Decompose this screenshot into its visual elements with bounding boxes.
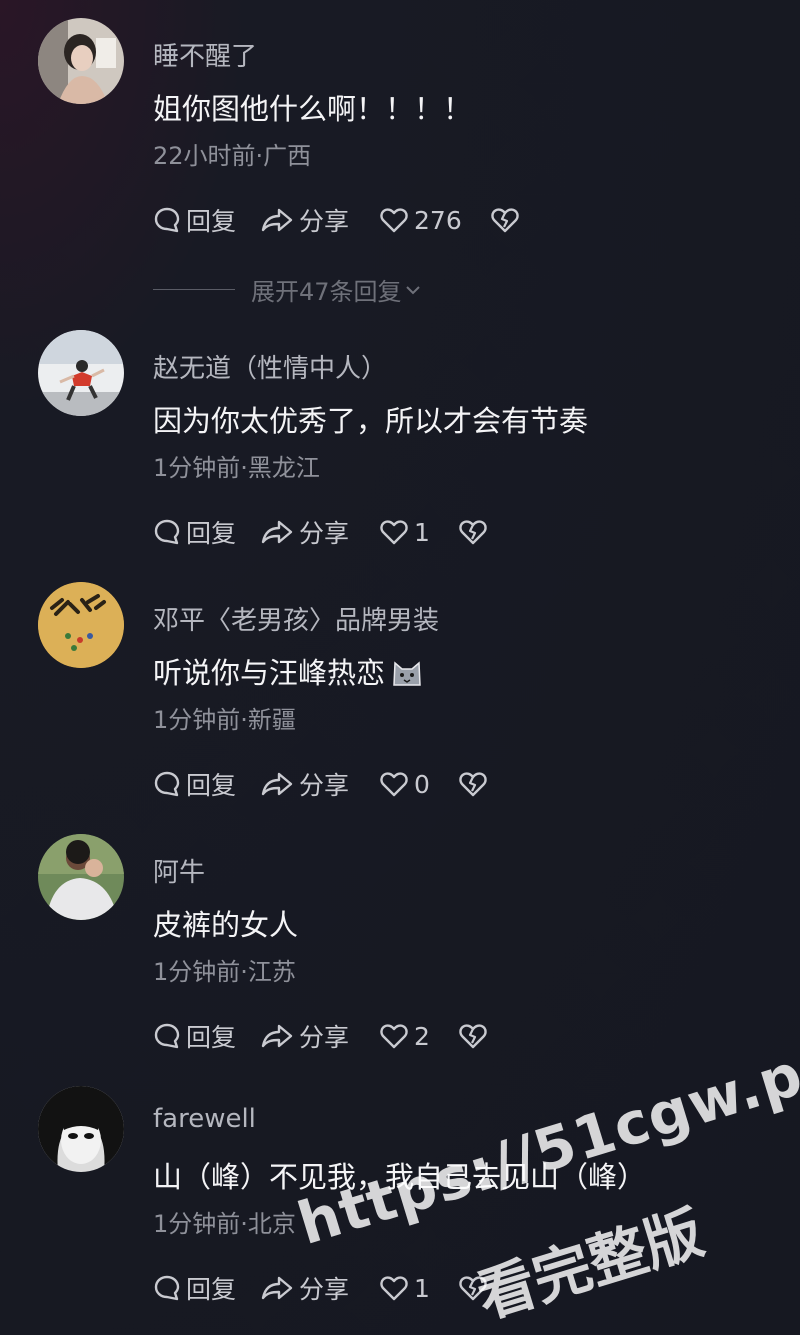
reply-label: 回复	[186, 1275, 237, 1304]
like-button[interactable]: 2	[379, 1022, 430, 1051]
broken-heart-icon	[459, 1276, 487, 1301]
dislike-button[interactable]	[458, 1274, 488, 1302]
share-arrow-icon	[261, 208, 293, 232]
share-button[interactable]: 分享	[260, 766, 349, 802]
avatar[interactable]	[38, 582, 124, 668]
heart-icon	[380, 520, 408, 545]
heart-icon	[380, 1024, 408, 1049]
broken-heart-icon	[491, 208, 519, 233]
share-label: 分享	[299, 1023, 350, 1052]
share-label: 分享	[299, 207, 350, 236]
share-arrow-icon	[261, 520, 293, 544]
share-button[interactable]: 分享	[260, 514, 349, 550]
like-button[interactable]: 276	[379, 206, 462, 235]
comment-username[interactable]: 邓平〈老男孩〉品牌男装	[153, 600, 439, 637]
comment-meta: 1分钟前·北京	[153, 1210, 296, 1238]
broken-heart-icon	[459, 1024, 487, 1049]
like-count: 276	[414, 205, 462, 235]
heart-icon	[380, 208, 408, 233]
like-count: 1	[414, 517, 430, 547]
reply-button[interactable]: 回复	[153, 766, 236, 802]
comment-text: 因为你太优秀了，所以才会有节奏	[153, 404, 589, 438]
reply-button[interactable]: 回复	[153, 1018, 236, 1054]
reply-label: 回复	[186, 1023, 237, 1052]
comment-username[interactable]: farewell	[153, 1104, 256, 1134]
reply-label: 回复	[186, 771, 237, 800]
broken-heart-icon	[459, 520, 487, 545]
comment-text: 皮裤的女人	[153, 908, 299, 942]
share-button[interactable]: 分享	[260, 1270, 349, 1306]
comment-actions: 回复 分享 0	[153, 766, 488, 802]
comment-bubble-icon	[154, 1275, 180, 1301]
comment-text-body: 听说你与汪峰热恋	[153, 656, 386, 690]
reply-button[interactable]: 回复	[153, 1270, 236, 1306]
watermark-url: https://51cgw.pro	[290, 1019, 800, 1258]
comment-actions: 回复 分享 1	[153, 514, 488, 550]
heart-icon	[380, 772, 408, 797]
comment-actions: 回复 分享 1	[153, 1270, 488, 1306]
comment-actions: 回复 分享 276	[153, 202, 520, 238]
comment-username[interactable]: 赵无道（性情中人）	[153, 348, 387, 385]
reply-button[interactable]: 回复	[153, 202, 236, 238]
share-arrow-icon	[261, 772, 293, 796]
like-button[interactable]: 1	[379, 518, 430, 547]
avatar[interactable]	[38, 1086, 124, 1172]
dislike-button[interactable]	[458, 1022, 488, 1050]
share-label: 分享	[299, 1275, 350, 1304]
comment-bubble-icon	[154, 519, 180, 545]
share-button[interactable]: 分享	[260, 202, 349, 238]
comment-actions: 回复 分享 2	[153, 1018, 488, 1054]
comment-bubble-icon	[154, 1023, 180, 1049]
avatar[interactable]	[38, 18, 124, 104]
comment-text: 山（峰）不见我，我自己去见山（峰）	[153, 1160, 647, 1194]
comment-bubble-icon	[154, 207, 180, 233]
expand-replies-link[interactable]: 展开47条回复	[153, 272, 422, 307]
heart-icon	[380, 1276, 408, 1301]
share-arrow-icon	[261, 1276, 293, 1300]
dislike-button[interactable]	[490, 206, 520, 234]
divider	[153, 289, 235, 290]
share-label: 分享	[299, 519, 350, 548]
comment-meta: 1分钟前·黑龙江	[153, 454, 320, 482]
comment-bubble-icon	[154, 771, 180, 797]
like-count: 1	[414, 1273, 430, 1303]
reply-label: 回复	[186, 207, 237, 236]
share-button[interactable]: 分享	[260, 1018, 349, 1054]
comment-username[interactable]: 睡不醒了	[153, 36, 257, 73]
avatar[interactable]	[38, 330, 124, 416]
comment-meta: 1分钟前·江苏	[153, 958, 296, 986]
reply-button[interactable]: 回复	[153, 514, 236, 550]
dislike-button[interactable]	[458, 518, 488, 546]
dislike-button[interactable]	[458, 770, 488, 798]
comment-text: 姐你图他什么啊！！！！	[153, 92, 473, 126]
like-count: 2	[414, 1021, 430, 1051]
comment-text: 听说你与汪峰热恋	[153, 650, 423, 692]
expand-replies-label: 展开47条回复	[251, 278, 402, 306]
broken-heart-icon	[459, 772, 487, 797]
reply-label: 回复	[186, 519, 237, 548]
chevron-down-icon	[405, 285, 420, 294]
comment-username[interactable]: 阿牛	[153, 852, 205, 889]
share-arrow-icon	[261, 1024, 293, 1048]
avatar[interactable]	[38, 834, 124, 920]
like-button[interactable]: 0	[379, 770, 430, 799]
like-button[interactable]: 1	[379, 1274, 430, 1303]
comment-meta: 1分钟前·新疆	[153, 706, 296, 734]
comment-meta: 22小时前·广西	[153, 142, 312, 170]
like-count: 0	[414, 769, 430, 799]
share-label: 分享	[299, 771, 350, 800]
watermark-caption: 看完整版	[469, 1198, 712, 1332]
cat-face-emoji	[393, 661, 421, 686]
